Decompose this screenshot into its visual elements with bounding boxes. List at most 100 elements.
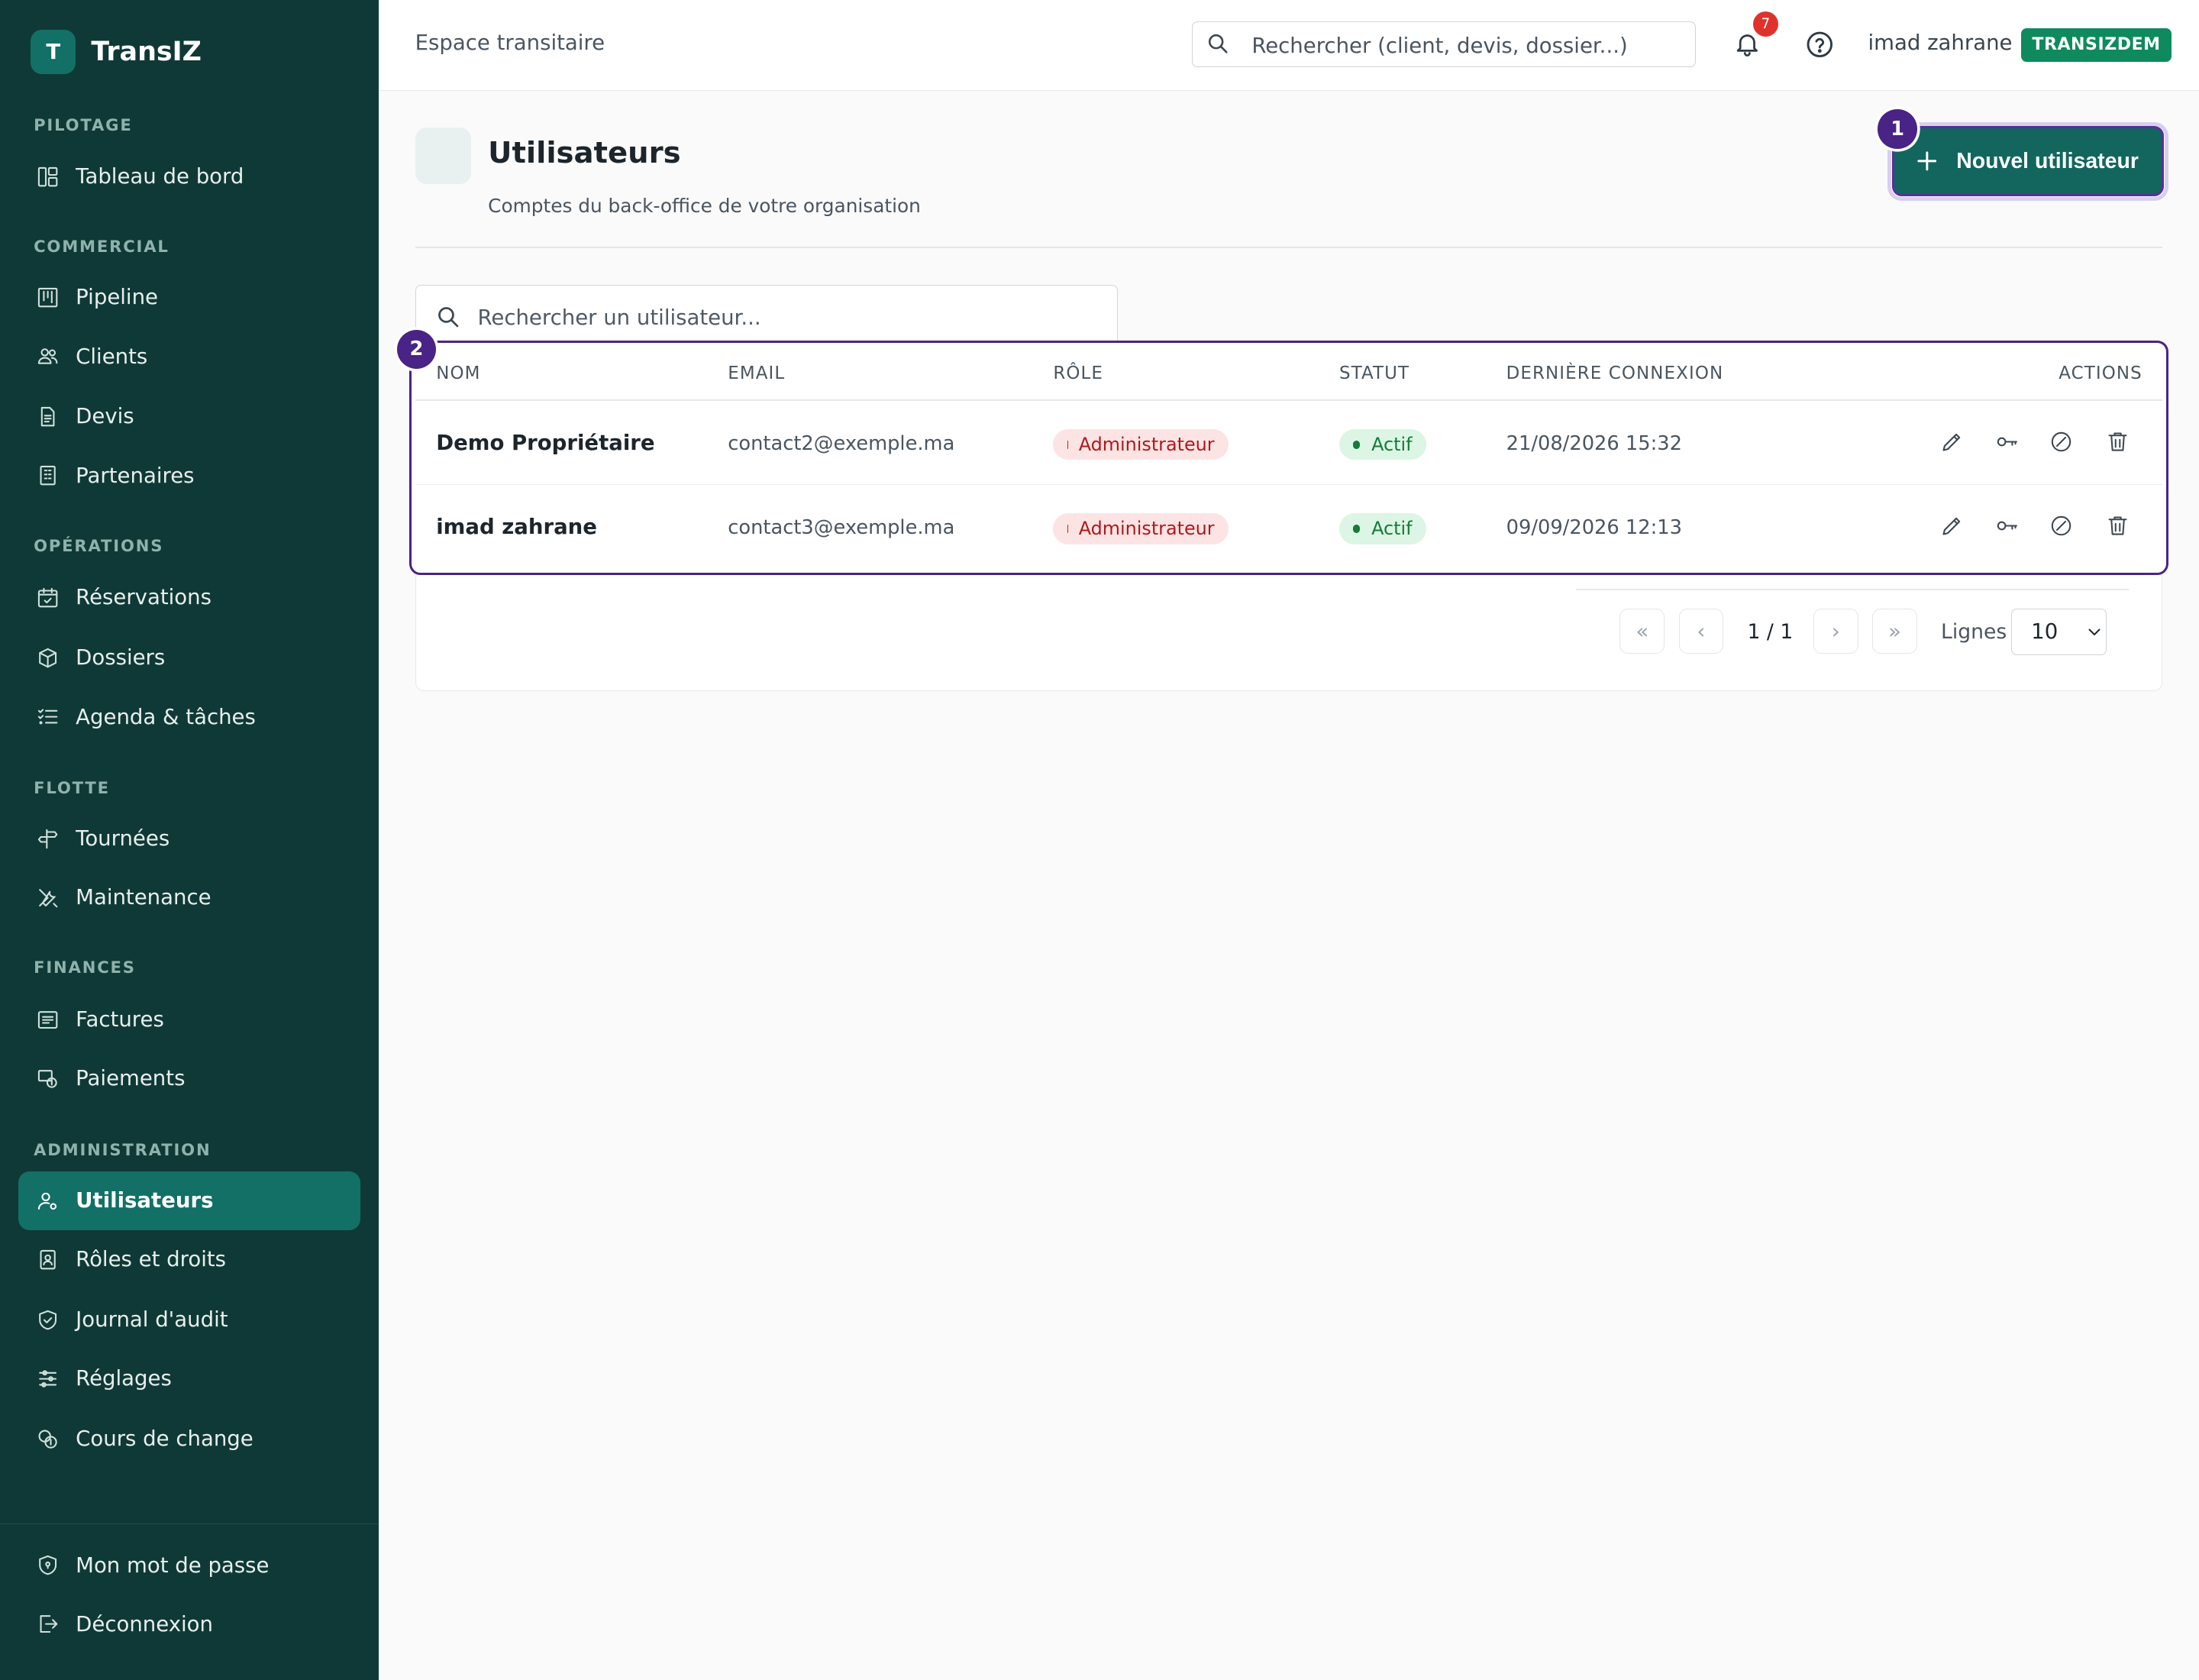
- trash-icon: [2105, 513, 2130, 538]
- role-badge: Administrateur: [1053, 429, 1229, 460]
- callout-badge-1: 1: [1878, 109, 1917, 149]
- sidebar-item-password[interactable]: Mon mot de passe: [18, 1536, 360, 1594]
- nav-group-title: OPÉRATIONS: [34, 535, 164, 555]
- sidebar-divider: [0, 1523, 379, 1525]
- logout-icon: [35, 1611, 60, 1636]
- nav-group-title: COMMERCIAL: [34, 237, 170, 257]
- first-page-button[interactable]: «: [1619, 609, 1665, 654]
- rows-per-page-select[interactable]: 10: [2010, 609, 2107, 655]
- users-icon: [35, 344, 60, 369]
- sidebar-item-label: Réglages: [76, 1366, 172, 1391]
- disable-user-button[interactable]: [2048, 428, 2076, 456]
- edit-user-button[interactable]: [1938, 428, 1966, 456]
- user-search-input[interactable]: [474, 299, 1098, 336]
- edit-icon: [1939, 513, 1965, 538]
- global-search-input[interactable]: [1248, 27, 1690, 64]
- sidebar-item-devis[interactable]: Devis: [18, 387, 360, 446]
- column-header-name[interactable]: NOM: [436, 363, 480, 383]
- last-page-button[interactable]: »: [1871, 609, 1917, 654]
- sidebar-item-label: Dossiers: [76, 645, 166, 670]
- reset-password-button[interactable]: [1993, 428, 2021, 456]
- sidebar-item-cours-de-change[interactable]: Cours de change: [18, 1410, 360, 1468]
- sidebar-item-logout[interactable]: Déconnexion: [18, 1594, 360, 1653]
- callout-badge-2: 2: [396, 329, 437, 370]
- building-icon: [35, 463, 60, 488]
- page-indicator: 1 / 1: [1747, 619, 1794, 644]
- sidebar-item-partenaires[interactable]: Partenaires: [18, 446, 360, 505]
- sidebar-item-roles-et-droits[interactable]: Rôles et droits: [18, 1230, 360, 1289]
- brand-name: TransIZ: [91, 36, 202, 67]
- user-name-cell[interactable]: imad zahrane: [436, 515, 597, 539]
- sidebar: T TransIZ PILOTAGE Tableau de bord COMMERC…: [0, 0, 379, 1680]
- sidebar-item-tournees[interactable]: Tournées: [18, 809, 360, 868]
- edit-user-button[interactable]: [1938, 512, 1966, 540]
- sidebar-item-journal-d-audit[interactable]: Journal d'audit: [18, 1291, 360, 1349]
- notification-badge: 7: [1752, 11, 1778, 37]
- role-badge: Administrateur: [1053, 513, 1229, 544]
- sidebar-item-agenda-taches[interactable]: Agenda & tâches: [18, 687, 360, 746]
- payment-icon: [35, 1066, 60, 1091]
- column-header-status[interactable]: STATUT: [1339, 363, 1409, 383]
- table-header-divider: [415, 399, 2163, 402]
- new-user-button[interactable]: Nouvel utilisateur: [1891, 126, 2165, 197]
- sidebar-item-dossiers[interactable]: Dossiers: [18, 628, 360, 687]
- disable-icon: [2049, 429, 2074, 454]
- column-header-role[interactable]: RÔLE: [1053, 363, 1103, 383]
- sidebar-item-factures[interactable]: Factures: [18, 990, 360, 1049]
- delete-user-button[interactable]: [2104, 512, 2132, 540]
- sidebar-item-reservations[interactable]: Réservations: [18, 568, 360, 627]
- breadcrumb: Espace transitaire: [415, 31, 605, 56]
- nav-group-title: FLOTTE: [34, 778, 110, 798]
- delete-user-button[interactable]: [2104, 428, 2132, 456]
- sidebar-item-maintenance[interactable]: Maintenance: [18, 868, 360, 927]
- sidebar-item-reglages[interactable]: Réglages: [18, 1349, 360, 1408]
- tools-icon: [35, 885, 60, 910]
- global-search[interactable]: [1192, 21, 1696, 68]
- user-search[interactable]: [415, 284, 1118, 347]
- brand-logo: T: [31, 29, 76, 75]
- next-page-button[interactable]: ›: [1813, 609, 1858, 654]
- disable-icon: [2049, 513, 2074, 538]
- sidebar-item-paiements[interactable]: Paiements: [18, 1049, 360, 1108]
- box-icon: [35, 645, 60, 670]
- user-name-cell[interactable]: Demo Propriétaire: [436, 431, 654, 455]
- brand[interactable]: T TransIZ: [31, 29, 202, 75]
- previous-page-button[interactable]: ‹: [1678, 609, 1724, 654]
- reset-password-button[interactable]: [1993, 512, 2021, 540]
- page-subtitle: Comptes du back-office de votre organisa…: [488, 195, 921, 218]
- user-email-cell: contact3@exemple.ma: [728, 515, 955, 539]
- sidebar-item-label: Devis: [76, 404, 134, 429]
- sidebar-item-label: Factures: [76, 1007, 164, 1032]
- status-badge: Actif: [1339, 513, 1426, 544]
- shield-check-icon: [35, 1307, 60, 1333]
- sidebar-item-tableau-de-bord[interactable]: Tableau de bord: [18, 147, 360, 206]
- status-dot: [1353, 440, 1361, 449]
- sidebar-item-pipeline[interactable]: Pipeline: [18, 268, 360, 327]
- sidebar-item-label: Journal d'audit: [76, 1307, 228, 1333]
- sidebar-item-label: Partenaires: [76, 463, 195, 488]
- sidebar-item-label: Maintenance: [76, 885, 212, 910]
- receipt-icon: [35, 1007, 60, 1032]
- sidebar-item-label: Déconnexion: [76, 1611, 213, 1636]
- sidebar-item-clients[interactable]: Clients: [18, 327, 360, 386]
- page-title: Utilisateurs: [488, 136, 681, 171]
- rows-per-page-label: Lignes: [1940, 619, 2007, 644]
- chevron-left-icon: ‹: [1697, 619, 1706, 644]
- sidebar-item-label: Cours de change: [76, 1426, 253, 1452]
- disable-user-button[interactable]: [2048, 512, 2076, 540]
- nav-group-title: ADMINISTRATION: [34, 1140, 212, 1160]
- column-header-last-login[interactable]: DERNIÈRE CONNEXION: [1506, 363, 1724, 383]
- sidebar-item-label: Tournées: [76, 826, 170, 851]
- id-badge-icon: [35, 1247, 60, 1272]
- sidebar-item-utilisateurs[interactable]: Utilisateurs: [18, 1171, 361, 1230]
- sliders-icon: [35, 1366, 60, 1391]
- document-icon: [35, 404, 60, 429]
- page-icon: [415, 128, 472, 184]
- user-menu[interactable]: imad zahrane: [1868, 31, 2012, 55]
- status-label: Actif: [1371, 434, 1413, 456]
- status-badge: Actif: [1339, 429, 1426, 460]
- sidebar-item-label: Rôles et droits: [76, 1247, 227, 1272]
- role-label: Administrateur: [1078, 434, 1215, 456]
- help-icon[interactable]: [1805, 30, 1835, 65]
- column-header-email[interactable]: EMAIL: [728, 363, 785, 383]
